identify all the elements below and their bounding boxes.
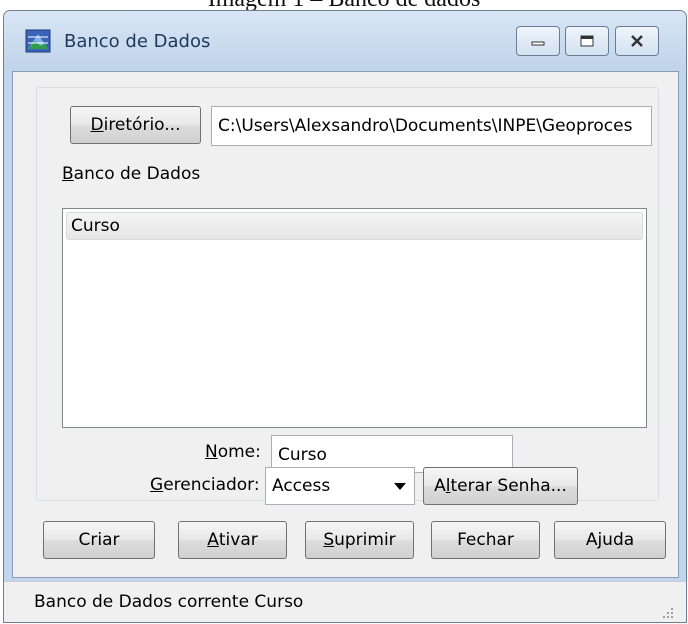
help-button[interactable]: Ajuda	[554, 521, 666, 559]
delete-button[interactable]: Suprimir	[305, 521, 414, 559]
create-button[interactable]: Criar	[43, 521, 155, 559]
directory-button-label: iretório...	[103, 115, 181, 135]
dialog-content: Diretório... C:\Users\Alexsandro\Documen…	[12, 71, 679, 578]
database-groupbox: Diretório... C:\Users\Alexsandro\Documen…	[36, 87, 659, 501]
close-icon	[631, 35, 643, 47]
name-label: Nome:	[205, 442, 261, 462]
database-list-label: Banco de Dados	[62, 164, 201, 184]
manager-select[interactable]: Access	[265, 467, 415, 505]
manager-select-value: Access	[272, 476, 331, 496]
name-input-value: Curso	[278, 445, 327, 465]
activate-button[interactable]: Ativar	[178, 521, 287, 559]
directory-button[interactable]: Diretório...	[70, 106, 201, 144]
close-dialog-button[interactable]: Fechar	[431, 521, 540, 559]
change-password-button[interactable]: Al terar Senha...	[423, 467, 578, 505]
status-text: Banco de Dados corrente Curso	[34, 592, 304, 612]
maximize-icon	[580, 35, 594, 47]
list-item-label: Curso	[71, 216, 120, 236]
status-bar: Banco de Dados corrente Curso	[4, 581, 686, 622]
minimize-button[interactable]	[516, 26, 560, 56]
window-title: Banco de Dados	[64, 31, 211, 52]
chevron-down-icon	[394, 483, 406, 490]
app-icon	[25, 29, 51, 53]
directory-mnemonic: D	[90, 115, 104, 135]
resize-grip-icon[interactable]	[662, 607, 674, 619]
directory-path-field[interactable]: C:\Users\Alexsandro\Documents\INPE\Geopr…	[211, 106, 652, 146]
close-button[interactable]	[615, 26, 659, 56]
title-bar[interactable]: Banco de Dados	[4, 11, 686, 71]
database-dialog-window: Banco de Dados Diretório... C:\Users\Ale…	[3, 10, 687, 623]
database-listbox[interactable]: Curso	[62, 208, 647, 428]
list-item[interactable]: Curso	[66, 212, 643, 240]
directory-path-value: C:\Users\Alexsandro\Documents\INPE\Geopr…	[218, 116, 633, 136]
minimize-icon	[531, 41, 545, 46]
manager-label: Gerenciador:	[150, 475, 260, 495]
maximize-button[interactable]	[565, 26, 609, 56]
